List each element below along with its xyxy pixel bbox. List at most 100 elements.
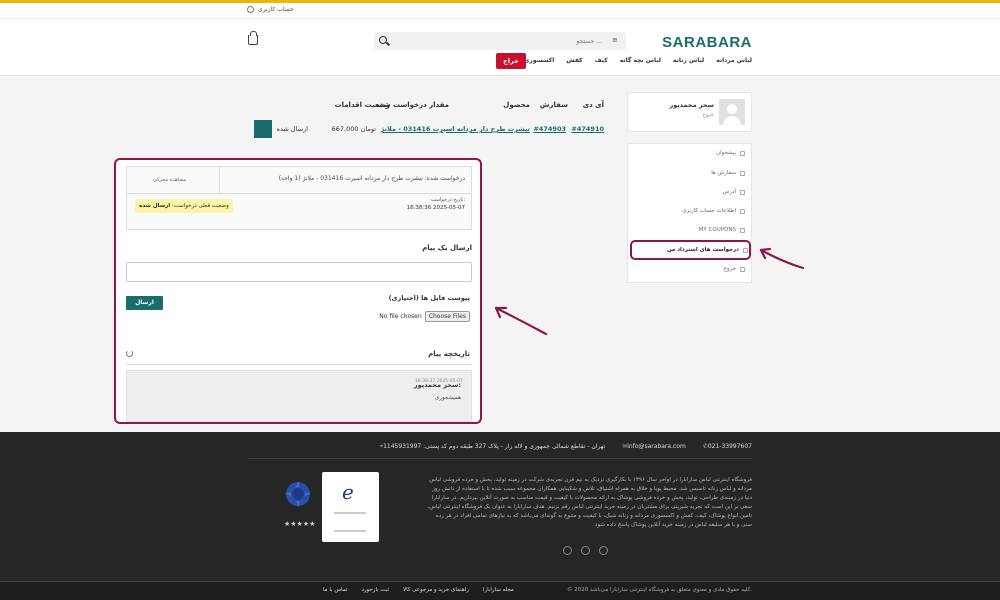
footer-link-contact[interactable]: تماس با ما <box>323 587 347 593</box>
phone-text: 021-33997607 <box>707 443 752 450</box>
col-header-product: محصول <box>503 101 530 109</box>
table-row: #474910 #474903 تیشرت طرح دار مردانه اسپ… <box>250 120 606 140</box>
attach-files-label: پیوست فایل ها (اختیاری) <box>388 294 470 302</box>
view-action-button[interactable] <box>254 120 272 138</box>
footer-link-guide[interactable]: راهنمای خرید و مرجوعی کالا <box>403 587 469 593</box>
message-input[interactable] <box>126 262 472 282</box>
badge-lines <box>334 512 366 532</box>
divider <box>127 193 471 194</box>
request-date: 16:38:36 2025-05-07 <box>406 205 465 211</box>
copyright-text: © 2020 کلیه حقوق مادی و معنوی متعلق به ف… <box>567 587 752 593</box>
enamad-logo-icon: e <box>342 480 354 504</box>
col-header-status: وضعیت <box>364 101 390 109</box>
annotation-arrow-icon <box>494 306 548 336</box>
site-header: SARABARA ≡ لباس مردانه لباس زنانه لباس ب… <box>0 19 1000 76</box>
site-logo[interactable]: SARABARA <box>662 34 752 51</box>
address-text: تهران - تقاطع شمالی جمهوری و لاله زار - … <box>383 443 606 450</box>
menu-item-kids[interactable]: لباس بچه گانه <box>620 57 661 64</box>
menu-item-men[interactable]: لباس مردانه <box>716 57 752 64</box>
request-summary: درخواست شده: تیشرت طرح دار مردانه اسپرت … <box>126 166 472 230</box>
sidebar-item-logout[interactable]: خروج <box>723 266 745 272</box>
amount-value: 667,000 تومان <box>331 125 376 133</box>
menu-item-shoes[interactable]: کفش <box>566 57 582 64</box>
sidebar-highlight-box <box>630 240 751 260</box>
orders-icon <box>740 170 745 176</box>
footer-about-text: فروشگاه اینترنتی لباس سارابارا در اواخر … <box>427 477 752 528</box>
col-header-actions: اقدامات <box>334 101 362 109</box>
footer-link-magazine[interactable]: مجله سارابارا <box>483 587 514 593</box>
return-id-link[interactable]: #474910 <box>571 125 604 133</box>
search-bar: ≡ <box>374 32 626 50</box>
footer-phone[interactable]: ✆021-33997607 <box>700 443 752 451</box>
order-id-link[interactable]: #474903 <box>533 125 566 133</box>
refresh-icon[interactable] <box>126 350 133 357</box>
logout-icon <box>740 266 745 272</box>
send-button[interactable]: ارسال <box>126 296 163 310</box>
profile-name: سحر محمدپور <box>669 101 714 109</box>
exit-button[interactable]: خراج <box>496 53 526 69</box>
user-icon <box>247 6 254 13</box>
send-message-label: ارسال یک پیام <box>422 244 472 252</box>
whatsapp-icon[interactable] <box>563 546 572 555</box>
menu-item-accessories[interactable]: اکسسوری <box>524 57 554 64</box>
site-footer: ✆021-33997607 ✉info@sarabara.com ⌖تهران … <box>0 432 1000 582</box>
product-link[interactable]: تیشرت طرح دار مردانه اسپرت 031416 - ملان… <box>381 125 530 133</box>
instagram-icon[interactable] <box>599 546 608 555</box>
search-icon[interactable] <box>379 36 387 44</box>
sidebar-item-address[interactable]: آدرس <box>723 189 745 195</box>
return-request-panel: درخواست شده: تیشرت طرح دار مردانه اسپرت … <box>114 158 482 424</box>
account-link[interactable]: حساب کاربری <box>247 6 294 13</box>
menu-item-bags[interactable]: کیف <box>595 57 608 64</box>
telegram-icon[interactable] <box>581 546 590 555</box>
divider <box>219 167 220 193</box>
request-date-label: تاریخ درخواست: <box>430 197 465 203</box>
file-input: No file chosen Choose Files <box>379 311 470 322</box>
top-bar: حساب کاربری <box>0 3 1000 19</box>
message-text: همیشجوری <box>435 395 461 401</box>
sidebar-item-label: MY COUPONS <box>698 227 736 233</box>
divider <box>248 458 752 459</box>
main-menu: لباس مردانه لباس زنانه لباس بچه گانه کیف… <box>524 57 752 64</box>
cart-icon[interactable] <box>248 31 258 45</box>
search-input[interactable] <box>392 34 602 48</box>
samandehi-badge-icon[interactable] <box>282 478 314 510</box>
col-header-order: سفارش <box>539 101 568 109</box>
rating-stars: ★★★★★ <box>284 520 316 528</box>
coupon-icon <box>740 227 745 233</box>
status-badge: وضعیت فعلی درخواست: ارسال شده <box>135 199 233 213</box>
choose-files-button[interactable]: Choose Files <box>424 311 470 322</box>
account-sidebar: پیشخوان سفارش ها آدرس اطلاعات حساب کاربر… <box>627 143 752 283</box>
sidebar-item-coupons[interactable]: MY COUPONS <box>699 227 745 233</box>
file-status: No file chosen <box>379 313 422 320</box>
sidebar-item-label: اطلاعات حساب کاربری <box>682 208 736 214</box>
orders-table-header: آی دی سفارش محصول مقدار درخواست شده وضعی… <box>250 101 606 111</box>
sidebar-item-account-details[interactable]: اطلاعات حساب کاربری <box>682 208 745 214</box>
message-card: 16:38:37 2025-05-07 سحر محمدپور: همیشجور… <box>126 370 472 422</box>
footer-address: ⌖تهران - تقاطع شمالی جمهوری و لاله زار -… <box>377 443 606 451</box>
sidebar-item-orders[interactable]: سفارش ها <box>711 170 745 176</box>
annotation-arrow-icon <box>759 247 805 270</box>
status-value: ارسال شده <box>276 125 308 133</box>
email-text: info@sarabara.com <box>627 443 686 450</box>
account-label: حساب کاربری <box>258 6 294 13</box>
request-title: درخواست شده: تیشرت طرح دار مردانه اسپرت … <box>278 175 465 182</box>
menu-item-women[interactable]: لباس زنانه <box>673 57 704 64</box>
footer-email[interactable]: ✉info@sarabara.com <box>619 443 686 451</box>
message-history-label: تاریخچه پیام <box>428 350 470 358</box>
footer-link-feedback[interactable]: ثبت بازخورد <box>361 587 389 593</box>
filter-icon[interactable]: ≡ <box>612 36 622 45</box>
divider <box>126 364 472 365</box>
message-author: سحر محمدپور: <box>413 381 461 389</box>
status-badge-value: ارسال شده <box>139 203 171 209</box>
sidebar-item-label: پیشخوان <box>715 150 736 156</box>
social-links <box>563 546 608 555</box>
footer-bottom-bar: © 2020 کلیه حقوق مادی و معنوی متعلق به ف… <box>0 582 1000 600</box>
dashboard-icon <box>740 150 745 156</box>
profile-card: سحر محمدپور خروج <box>627 92 752 132</box>
status-prefix: وضعیت فعلی درخواست: <box>171 203 229 209</box>
sidebar-item-dashboard[interactable]: پیشخوان <box>716 150 745 156</box>
footer-links: مجله سارابارا راهنمای خرید و مرجوعی کالا… <box>323 587 514 593</box>
enamad-badge[interactable]: e <box>322 472 379 542</box>
request-side-label[interactable]: مشاهده محرکی <box>153 177 186 183</box>
profile-logout-link[interactable]: خروج <box>703 112 715 118</box>
